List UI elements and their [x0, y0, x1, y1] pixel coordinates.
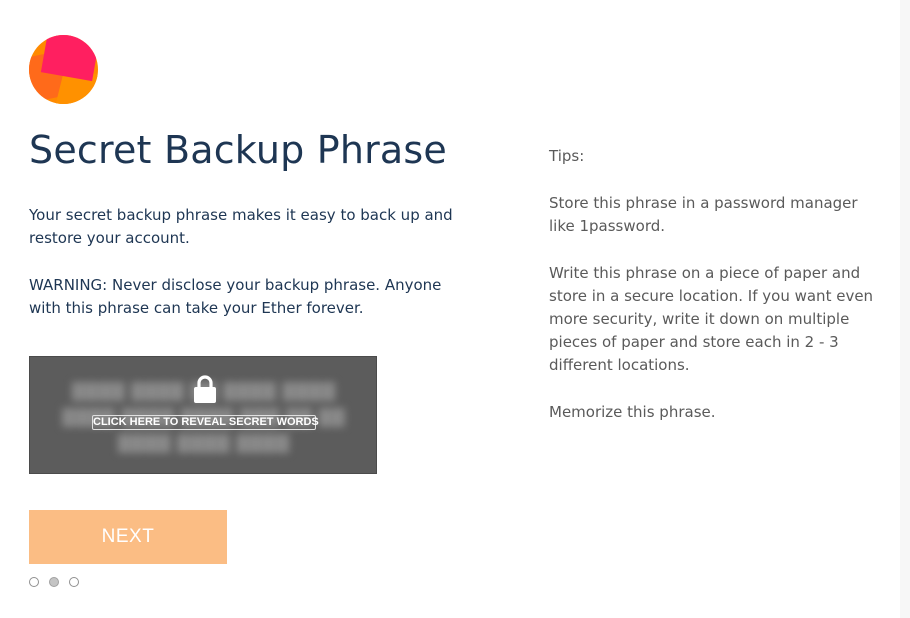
pager-dot-1[interactable] [29, 577, 39, 587]
tip-item: Store this phrase in a password manager … [549, 194, 858, 235]
step-pager [29, 577, 79, 587]
pager-dot-2[interactable] [49, 577, 59, 587]
lock-icon [194, 375, 216, 403]
backup-phrase-page: Secret Backup Phrase Your secret backup … [0, 0, 910, 618]
description-text: Your secret backup phrase makes it easy … [29, 206, 453, 247]
app-logo [29, 35, 98, 104]
window-edge [900, 0, 910, 618]
tips-panel: Tips: Store this phrase in a password ma… [549, 145, 884, 448]
tip-item: Write this phrase on a piece of paper an… [549, 264, 874, 374]
reveal-secret-words-box[interactable]: ████ ████ ██ ██ ██ ██ ████ ██ ██ ██ ██ ██ █ ██… [29, 356, 377, 474]
next-button[interactable]: NEXT [29, 510, 227, 564]
pager-dot-3[interactable] [69, 577, 79, 587]
page-title: Secret Backup Phrase [29, 128, 447, 172]
warning-text: WARNING: Never disclose your backup phra… [29, 276, 442, 317]
tips-heading: Tips: [549, 147, 585, 165]
reveal-secret-words-label[interactable]: CLICK HERE TO REVEAL SECRET WORDS [92, 415, 319, 430]
tip-item: Memorize this phrase. [549, 403, 716, 421]
